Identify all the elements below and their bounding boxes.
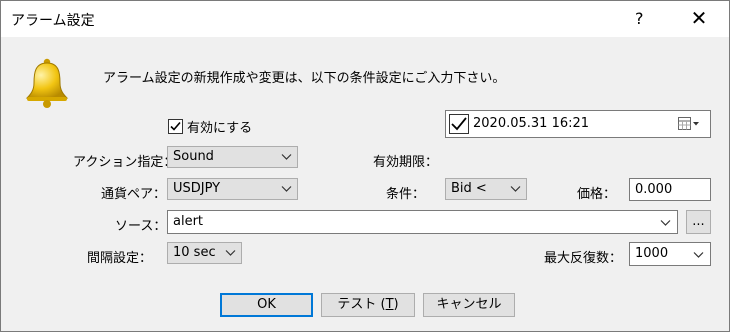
interval-label: 間隔設定： <box>87 251 153 266</box>
interval-value: 10 sec <box>173 245 216 260</box>
action-label: アクション指定： <box>73 155 177 170</box>
test-label-key: T <box>385 297 394 312</box>
pair-value: USDJPY <box>173 181 221 196</box>
condition-label: 条件： <box>386 187 426 202</box>
enabled-checkbox-box[interactable] <box>168 119 183 134</box>
chevron-down-icon <box>281 186 292 192</box>
expiry-label: 有効期限： <box>373 155 439 170</box>
condition-select[interactable]: Bid < <box>445 178 527 200</box>
expiry-datepicker[interactable]: 2020.05.31 16:21 <box>445 110 711 138</box>
checkmark-icon <box>170 121 181 131</box>
title-bar: アラーム設定 ? ✕ <box>1 1 729 37</box>
source-value: alert <box>173 214 204 229</box>
ok-button[interactable]: OK <box>220 293 313 317</box>
alarm-dialog: アラーム設定 ? ✕ アラーム設定の新規作成や変更は、以下の条件設定にご入力下さ… <box>0 0 730 332</box>
calendar-icon[interactable] <box>678 117 700 131</box>
price-value: 0.000 <box>635 182 673 197</box>
help-button[interactable]: ? <box>635 9 644 28</box>
chevron-down-icon[interactable] <box>660 217 671 228</box>
max-repeat-combobox[interactable]: 1000 <box>629 242 711 266</box>
expiry-value: 2020.05.31 16:21 <box>473 116 590 131</box>
chevron-down-icon <box>281 154 292 160</box>
test-label-prefix: テスト ( <box>337 297 386 312</box>
description-text: アラーム設定の新規作成や変更は、以下の条件設定にご入力下さい。 <box>103 71 506 86</box>
dialog-body: アラーム設定の新規作成や変更は、以下の条件設定にご入力下さい。 有効にする アク… <box>1 37 729 331</box>
window-title: アラーム設定 <box>11 13 95 29</box>
checkmark-icon <box>451 117 467 131</box>
bell-icon <box>25 58 69 108</box>
source-label: ソース： <box>115 219 167 234</box>
action-value: Sound <box>173 149 214 164</box>
expiry-checkbox[interactable] <box>449 114 469 134</box>
interval-select[interactable]: 10 sec <box>167 242 242 264</box>
browse-button[interactable]: ... <box>686 210 711 234</box>
cancel-button[interactable]: キャンセル <box>423 293 515 317</box>
action-select[interactable]: Sound <box>167 146 298 168</box>
source-combobox[interactable]: alert <box>167 210 678 234</box>
chevron-down-icon <box>225 250 236 256</box>
max-repeat-label: 最大反復数： <box>544 251 623 266</box>
test-label-suffix: ) <box>393 297 399 312</box>
condition-value: Bid < <box>451 181 487 196</box>
price-input[interactable]: 0.000 <box>629 178 711 201</box>
close-button[interactable]: ✕ <box>687 5 711 31</box>
chevron-down-icon <box>510 186 521 192</box>
pair-label: 通貨ペア： <box>101 187 167 202</box>
enabled-label: 有効にする <box>187 121 253 136</box>
max-repeat-value: 1000 <box>635 246 669 261</box>
price-label: 価格： <box>577 187 617 202</box>
pair-select[interactable]: USDJPY <box>167 178 298 200</box>
test-button[interactable]: テスト (T) <box>321 293 415 317</box>
enabled-checkbox[interactable]: 有効にする <box>168 117 252 136</box>
chevron-down-icon[interactable] <box>693 249 704 260</box>
